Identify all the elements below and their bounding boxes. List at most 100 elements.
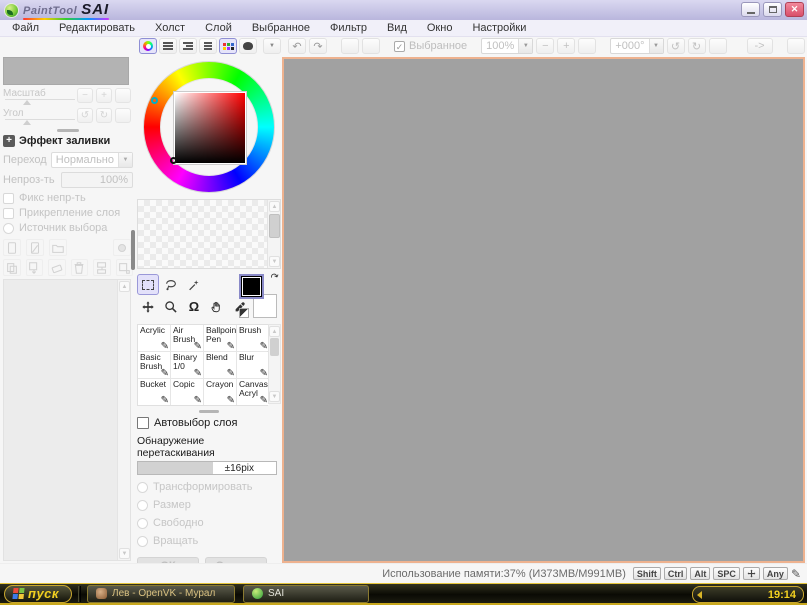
color-wheel-mode-button[interactable] — [139, 38, 157, 54]
zoom-out-button[interactable]: − — [536, 38, 554, 54]
zoom-reset-button[interactable] — [578, 38, 596, 54]
layer-list-vscrollbar[interactable]: ▲ ▼ — [117, 280, 130, 560]
brush-acrylic[interactable]: Acrylic✎ — [138, 325, 170, 351]
undo-button[interactable]: ↶ — [288, 38, 306, 54]
layer-mask-button[interactable] — [113, 239, 131, 256]
stabilizer-icon-button[interactable] — [787, 38, 805, 54]
radio-scale[interactable]: Размер — [137, 499, 281, 511]
new-folder-button[interactable] — [49, 239, 67, 256]
saturation-value-square[interactable] — [174, 92, 246, 164]
brush-binary[interactable]: Binary 1/0✎ — [171, 352, 203, 378]
maximize-button[interactable] — [763, 2, 782, 17]
menu-layer[interactable]: Слой — [195, 20, 242, 36]
merge-down-button[interactable] — [93, 259, 111, 276]
tray-collapse-icon[interactable] — [697, 591, 702, 599]
scratchpad[interactable]: ▲ ▼ — [137, 199, 281, 269]
brush-bucket[interactable]: Bucket✎ — [138, 379, 170, 405]
redo-button[interactable]: ↷ — [309, 38, 327, 54]
scale-slider-handle[interactable] — [23, 100, 31, 105]
chevron-down-icon[interactable]: ▼ — [649, 39, 663, 53]
tool-rotate-view[interactable]: Ω — [183, 296, 205, 317]
nav-rotate-reset-button[interactable] — [115, 108, 131, 123]
menu-selection[interactable]: Выбранное — [242, 20, 320, 36]
new-linework-layer-button[interactable] — [26, 239, 44, 256]
transfer-layer-button[interactable] — [26, 259, 44, 276]
close-button[interactable]: ✕ — [785, 2, 804, 17]
clear-layer-button[interactable] — [48, 259, 66, 276]
expand-plus-icon[interactable]: + — [3, 135, 15, 147]
rgb-slider-mode-button[interactable] — [159, 38, 177, 54]
taskbar-item-openvk[interactable]: Лев - OpenVK - Мурал — [87, 585, 235, 603]
brush-copic[interactable]: Copic✎ — [171, 379, 203, 405]
panel-splitter-handle[interactable] — [131, 230, 135, 270]
blend-mode-combo[interactable]: Нормально ▼ — [51, 152, 133, 168]
scroll-up-icon[interactable]: ▲ — [269, 201, 280, 212]
tool-move[interactable] — [137, 296, 159, 317]
tool-hand[interactable] — [206, 296, 228, 317]
reset-colors-icon[interactable] — [239, 308, 249, 318]
color-wheel[interactable] — [143, 61, 275, 193]
scratchpad-scrollbar[interactable]: ▲ ▼ — [267, 200, 280, 268]
menu-filter[interactable]: Фильтр — [320, 20, 377, 36]
scroll-down-icon[interactable]: ▼ — [269, 391, 280, 402]
tool-empty-slot-1[interactable] — [206, 274, 228, 295]
start-button[interactable]: пуск — [4, 585, 72, 603]
brush-brush[interactable]: Brush✎ — [237, 325, 269, 351]
taskbar-item-sai[interactable]: SAI — [243, 585, 369, 603]
copy-layer-button[interactable] — [3, 259, 21, 276]
hue-marker[interactable] — [151, 97, 158, 104]
radio-free[interactable]: Свободно — [137, 517, 281, 529]
brush-air-brush[interactable]: Air Brush✎ — [171, 325, 203, 351]
radio-rotate[interactable]: Вращать — [137, 535, 281, 547]
menu-window[interactable]: Окно — [417, 20, 463, 36]
scroll-up-icon[interactable]: ▲ — [269, 326, 280, 337]
brush-blur[interactable]: Blur✎ — [237, 352, 269, 378]
angle-slider[interactable] — [5, 119, 75, 120]
brush-panel-resize-handle[interactable] — [199, 410, 219, 413]
brush-basic-brush[interactable]: Basic Brush✎ — [138, 352, 170, 378]
tool-rect-select[interactable] — [137, 274, 159, 295]
new-layer-button[interactable] — [3, 239, 21, 256]
panel-resize-handle[interactable] — [57, 129, 79, 132]
scroll-up-icon[interactable]: ▲ — [119, 281, 130, 292]
brush-ballpoint-pen[interactable]: Ballpoint Pen✎ — [204, 325, 236, 351]
tool-lasso[interactable] — [160, 274, 182, 295]
brush-scrollbar[interactable]: ▲ ▼ — [268, 324, 281, 404]
rotate-reset-button[interactable] — [709, 38, 727, 54]
nav-rotate-ccw-button[interactable]: ↺ — [77, 108, 93, 123]
slider-mode-button[interactable] — [199, 38, 217, 54]
scroll-down-icon[interactable]: ▼ — [119, 548, 130, 559]
tool-zoom[interactable] — [160, 296, 182, 317]
menu-canvas[interactable]: Холст — [145, 20, 195, 36]
angle-combo[interactable]: +000° ▼ — [610, 38, 663, 54]
swap-colors-icon[interactable]: ↷ — [269, 271, 281, 284]
angle-slider-handle[interactable] — [23, 120, 31, 125]
rotate-cw-button[interactable]: ↻ — [688, 38, 706, 54]
fill-effect-header[interactable]: + Эффект заливки — [3, 135, 133, 147]
brush-blend[interactable]: Blend✎ — [204, 352, 236, 378]
auto-select-layer-checkbox[interactable]: Автовыбор слоя — [137, 417, 281, 429]
color-panel-dropdown-button[interactable]: ▼ — [263, 38, 281, 54]
selection-source-radio[interactable]: Источник выбора — [3, 222, 133, 234]
selection-visible-checkbox[interactable]: ✓ Выбранное — [394, 40, 467, 52]
menu-view[interactable]: Вид — [377, 20, 417, 36]
navigator-preview[interactable] — [3, 57, 129, 85]
nav-zoom-out-button[interactable]: − — [77, 88, 93, 103]
scale-slider[interactable] — [5, 99, 75, 100]
chevron-down-icon[interactable]: ▼ — [118, 153, 132, 167]
nav-rotate-cw-button[interactable]: ↻ — [96, 108, 112, 123]
menu-file[interactable]: Файл — [2, 20, 49, 36]
opacity-field[interactable]: 100% — [61, 172, 133, 188]
invert-selection-button[interactable] — [362, 38, 380, 54]
fix-opacity-checkbox[interactable]: Фикс непр-ть — [3, 192, 133, 204]
delete-layer-button[interactable] — [71, 259, 89, 276]
layer-list[interactable]: ▲ ▼ — [3, 279, 131, 561]
foreground-color-swatch[interactable] — [239, 274, 264, 299]
chevron-down-icon[interactable]: ▼ — [518, 39, 532, 53]
zoom-combo[interactable]: 100% ▼ — [481, 38, 533, 54]
rotate-ccw-button[interactable]: ↺ — [667, 38, 685, 54]
hsv-slider-mode-button[interactable] — [179, 38, 197, 54]
minimize-button[interactable] — [741, 2, 760, 17]
drag-detection-slider[interactable]: ±16pix — [137, 461, 277, 475]
menu-edit[interactable]: Редактировать — [49, 20, 145, 36]
